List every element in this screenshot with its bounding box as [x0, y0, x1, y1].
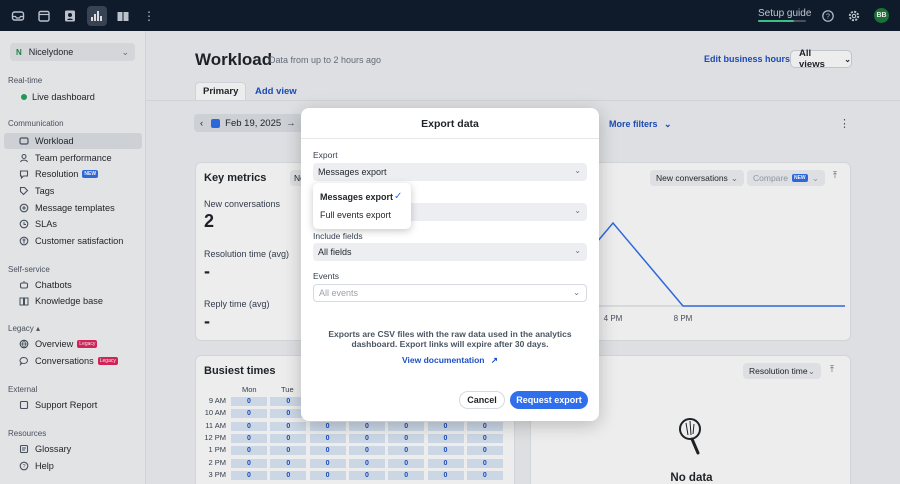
- chevron-down-icon: ⌄: [574, 246, 581, 255]
- chevron-down-icon: ⌄: [574, 206, 581, 215]
- external-link-icon: ↗: [490, 355, 498, 365]
- events-select[interactable]: All events ⌄: [313, 284, 587, 302]
- view-documentation-link[interactable]: View documentation ↗: [301, 355, 599, 366]
- include-fields-label: Include fields: [313, 231, 363, 241]
- include-fields-value: All fields: [318, 247, 352, 257]
- dropdown-option-full-events-export[interactable]: Full events export: [320, 210, 391, 220]
- events-placeholder: All events: [319, 288, 359, 298]
- chevron-down-icon: ⌄: [573, 288, 580, 297]
- export-field-label: Export: [313, 150, 338, 160]
- include-fields-select[interactable]: All fields ⌄: [313, 243, 587, 261]
- cancel-button[interactable]: Cancel: [459, 391, 505, 409]
- doc-link-label: View documentation: [402, 355, 485, 365]
- export-data-modal: Export data Export Messages export ⌄ ⌄ I…: [301, 108, 599, 421]
- dropdown-option-messages-export[interactable]: Messages export: [320, 192, 393, 202]
- export-type-select[interactable]: Messages export ⌄: [313, 163, 587, 181]
- modal-divider: [301, 138, 599, 139]
- export-type-value: Messages export: [318, 167, 387, 177]
- modal-title: Export data: [421, 118, 479, 130]
- export-type-dropdown: Messages export ✓ Full events export: [313, 183, 411, 229]
- chevron-down-icon: ⌄: [574, 166, 581, 175]
- request-export-button[interactable]: Request export: [510, 391, 588, 409]
- events-label: Events: [313, 271, 339, 281]
- export-info-note: Exports are CSV files with the raw data …: [328, 329, 572, 349]
- checkmark-icon: ✓: [394, 191, 403, 202]
